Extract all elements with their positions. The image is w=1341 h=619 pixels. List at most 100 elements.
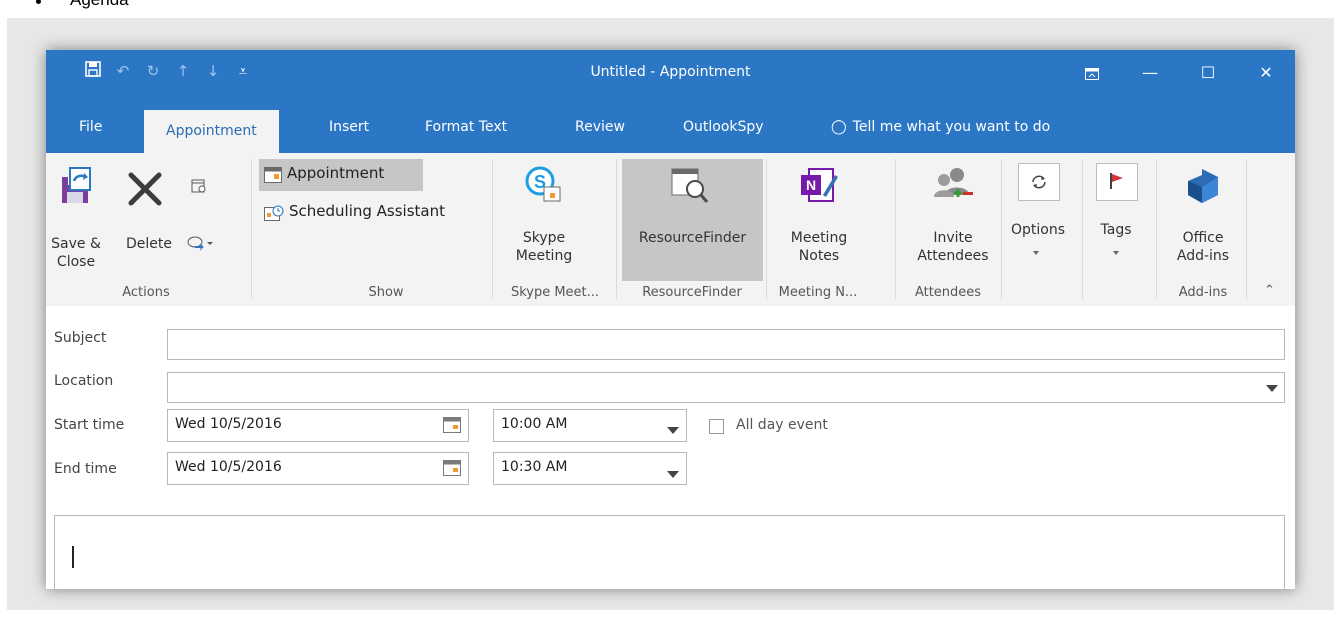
appointment-view-label: Appointment (287, 164, 385, 182)
end-time-select[interactable]: 10:30 AM (493, 452, 687, 485)
delete-button[interactable]: Delete (119, 163, 179, 263)
group-label-actions: Actions (122, 285, 170, 300)
group-separator (492, 159, 493, 299)
save-close-label-line2: Close (56, 254, 96, 270)
end-time-dropdown-icon[interactable] (667, 471, 679, 478)
ribbon-tabs: File Appointment Insert Format Text Revi… (46, 102, 1295, 153)
end-date-input[interactable]: Wed 10/5/2016 (167, 452, 469, 485)
office-addins-label: Office Add-ins (1164, 229, 1242, 265)
start-date-calendar-icon[interactable] (443, 417, 461, 433)
location-input[interactable] (167, 372, 1285, 403)
tab-review[interactable]: Review (575, 102, 625, 153)
group-label-show: Show (368, 285, 404, 300)
delete-icon (128, 172, 162, 206)
ribbon: Save & Close Delete Actions Appointment (46, 153, 1295, 307)
group-label-skype: Skype Meet... (510, 285, 600, 300)
collapse-ribbon-icon[interactable]: ⌃ (1264, 283, 1275, 298)
invite-label-line1: Invite (933, 230, 973, 246)
office-label-line2: Add-ins (1176, 248, 1230, 264)
skype-icon: S (525, 166, 561, 202)
start-time-select[interactable]: 10:00 AM (493, 409, 687, 442)
ribbon-display-options-icon[interactable] (1063, 50, 1121, 96)
minimize-icon[interactable]: — (1121, 50, 1179, 96)
onenote-icon: N (801, 168, 838, 202)
appointment-window: ↶ ↻ ↑ ↓ ⩡ Untitled - Appointment — ☐ ✕ F… (46, 50, 1295, 589)
save-close-label-line1: Save & (51, 236, 101, 252)
scheduling-assistant-icon (264, 205, 284, 221)
options-dropdown-icon (1033, 251, 1039, 255)
bullet-dot (36, 0, 41, 4)
skype-label-line1: Skype (522, 230, 566, 246)
start-time-value: 10:00 AM (501, 416, 568, 432)
group-separator (1246, 159, 1247, 299)
bullet-text: Agenda (70, 0, 129, 10)
group-separator (1001, 159, 1002, 299)
tell-me-box[interactable]: ◯ Tell me what you want to do (831, 102, 1050, 153)
save-close-label: Save & Close (50, 235, 102, 271)
office-label-line1: Office (1182, 230, 1224, 246)
group-label-meeting-notes: Meeting N... (778, 285, 858, 300)
group-separator (895, 159, 896, 299)
end-date-value: Wed 10/5/2016 (175, 459, 282, 475)
skype-meeting-label: Skype Meeting (504, 229, 584, 265)
flag-icon (1110, 173, 1123, 189)
resourcefinder-icon (671, 168, 709, 203)
group-separator (1082, 159, 1083, 299)
subject-label: Subject (54, 330, 107, 346)
all-day-checkbox[interactable] (709, 419, 724, 434)
resourcefinder-button[interactable]: ResourceFinder (622, 159, 763, 281)
invite-attendees-label: Invite Attendees (912, 229, 994, 265)
invite-label-line2: Attendees (917, 248, 989, 264)
text-cursor (72, 546, 74, 568)
flag-icon-box (1096, 163, 1138, 201)
office-addins-button[interactable]: Office Add-ins (1164, 159, 1242, 279)
forward-calendar-icon[interactable] (191, 178, 207, 194)
close-icon[interactable]: ✕ (1237, 50, 1295, 96)
tags-label: Tags (1100, 222, 1132, 238)
start-date-input[interactable]: Wed 10/5/2016 (167, 409, 469, 442)
start-time-dropdown-icon[interactable] (667, 427, 679, 434)
notes-label-line2: Notes (798, 248, 840, 264)
options-label: Options (1010, 222, 1066, 238)
all-day-label: All day event (736, 417, 828, 433)
tags-button[interactable]: Tags (1086, 159, 1146, 269)
tags-dropdown-icon (1113, 251, 1119, 255)
group-separator (251, 159, 252, 299)
appointment-calendar-icon (264, 167, 282, 183)
scheduling-assistant-label: Scheduling Assistant (289, 202, 445, 220)
location-label: Location (54, 373, 114, 389)
tell-me-text: Tell me what you want to do (852, 119, 1051, 135)
start-date-value: Wed 10/5/2016 (175, 416, 282, 432)
group-separator (616, 159, 617, 299)
lightbulb-icon: ◯ (831, 119, 847, 135)
tab-format-text[interactable]: Format Text (425, 102, 507, 153)
options-button[interactable]: Options (1006, 159, 1078, 269)
save-close-button[interactable]: Save & Close (50, 163, 102, 273)
meeting-notes-label: Meeting Notes (779, 229, 859, 265)
maximize-icon[interactable]: ☐ (1179, 50, 1237, 96)
notes-body-editor[interactable] (54, 515, 1285, 589)
group-separator (766, 159, 767, 299)
subject-input[interactable] (167, 329, 1285, 360)
group-separator (1156, 159, 1157, 299)
end-time-value: 10:30 AM (501, 459, 568, 475)
location-dropdown-icon[interactable] (1266, 385, 1278, 392)
appointment-form: Subject Location Start time Wed 10/5/201… (46, 306, 1295, 589)
forward-icon[interactable] (186, 235, 214, 251)
recurrence-icon (1032, 175, 1046, 189)
start-time-label: Start time (54, 417, 125, 433)
resourcefinder-label: ResourceFinder (638, 230, 747, 246)
svg-text:N: N (806, 177, 816, 193)
skype-label-line2: Meeting (515, 248, 573, 264)
window-controls: — ☐ ✕ (1063, 50, 1295, 96)
tab-file[interactable]: File (79, 102, 102, 153)
skype-meeting-button[interactable]: S Skype Meeting (504, 159, 584, 279)
end-date-calendar-icon[interactable] (443, 460, 461, 476)
tab-appointment[interactable]: Appointment (144, 110, 279, 153)
tab-outlookspy[interactable]: OutlookSpy (683, 102, 764, 153)
meeting-notes-button[interactable]: N Meeting Notes (779, 159, 859, 279)
invite-attendees-button[interactable]: Invite Attendees (912, 159, 994, 279)
recurrence-icon-box (1018, 163, 1060, 201)
group-label-attendees: Attendees (914, 285, 982, 300)
tab-insert[interactable]: Insert (329, 102, 369, 153)
